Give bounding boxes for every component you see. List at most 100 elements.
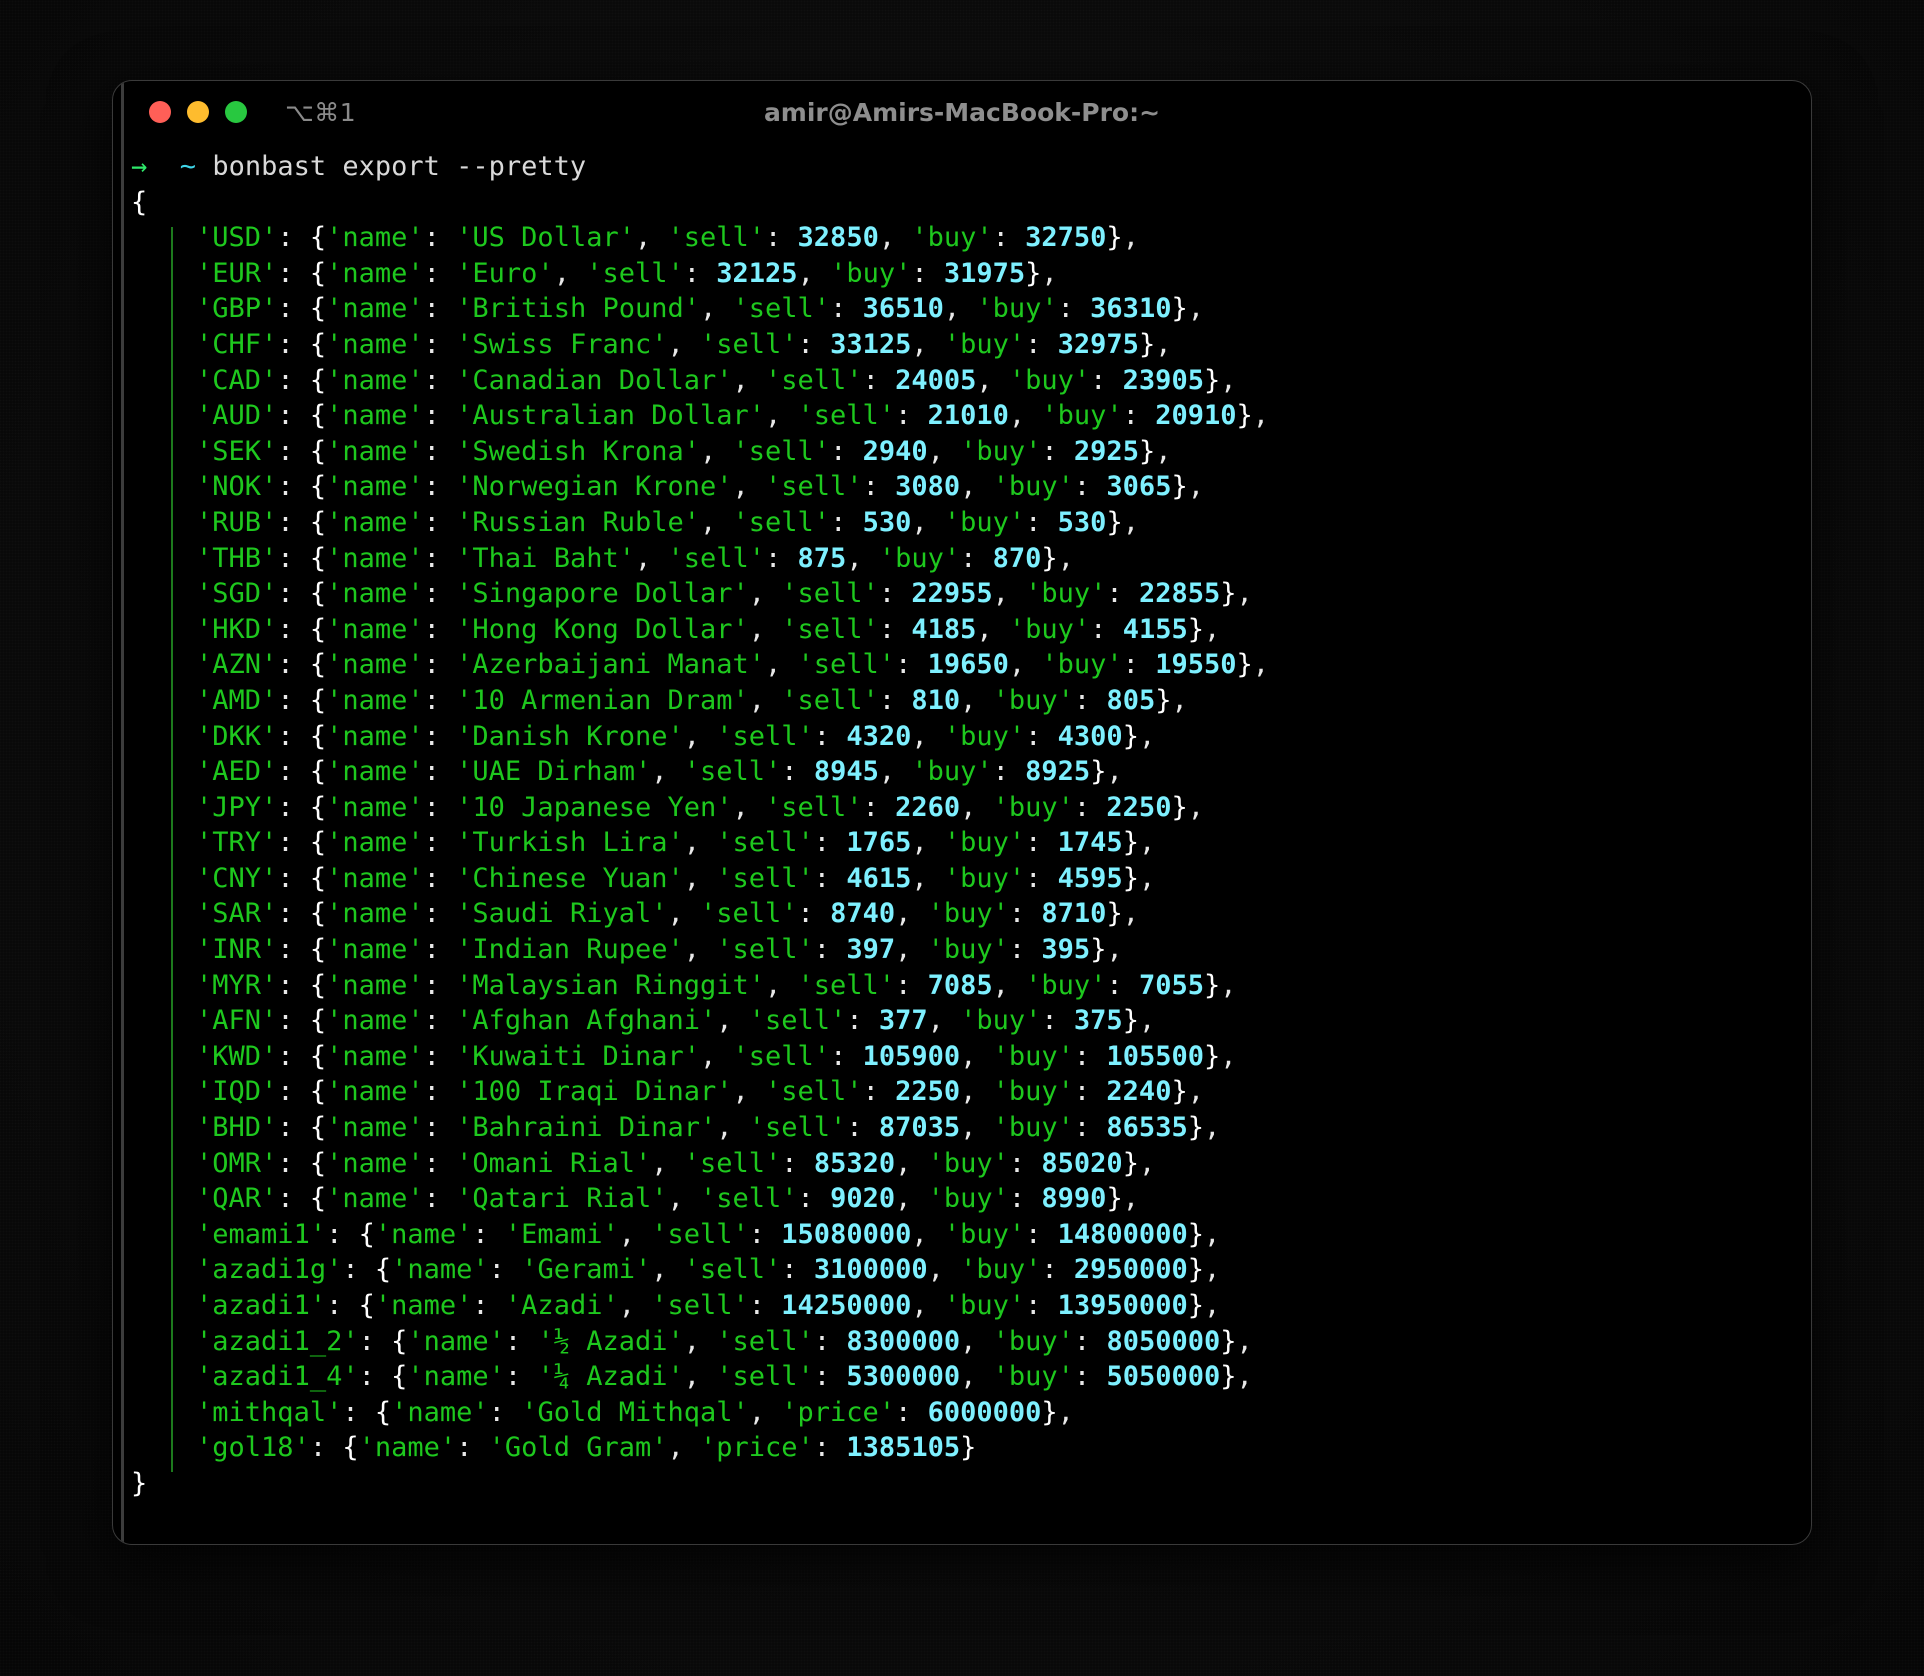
colon: :	[342, 1254, 375, 1286]
comma: ,	[911, 862, 944, 894]
json-entry-row: 'DKK': {'name': 'Danish Krone', 'sell': …	[113, 719, 1811, 755]
entry-buy: 36310	[1090, 293, 1172, 325]
colon: :	[878, 684, 912, 716]
colon: :	[830, 435, 863, 467]
entry-key: 'AFN'	[196, 1005, 278, 1037]
obj-open: {	[309, 1183, 327, 1215]
entry-sell: 530	[862, 506, 912, 538]
comma: ,	[1008, 649, 1042, 681]
prompt-spacer-2	[196, 151, 212, 182]
obj-close: }	[1171, 791, 1188, 823]
json-entry-row: 'AMD': {'name': '10 Armenian Dram', 'sel…	[113, 683, 1811, 719]
buy-key: 'buy'	[927, 898, 1009, 930]
obj-close: }	[1203, 364, 1221, 396]
buy-key: 'buy'	[943, 328, 1026, 360]
comma: ,	[1057, 542, 1074, 574]
entry-key: 'azadi1_4'	[196, 1361, 359, 1393]
colon: :	[277, 542, 310, 574]
obj-open: {	[309, 1147, 327, 1179]
colon: :	[504, 1325, 538, 1357]
obj-close: }	[1187, 1218, 1204, 1250]
entry-key: 'azadi1g'	[196, 1254, 343, 1286]
obj-close: }	[1220, 578, 1237, 610]
colon: :	[277, 613, 310, 645]
obj-close: }	[1106, 1183, 1123, 1215]
colon: :	[878, 578, 912, 610]
name-key: 'name'	[407, 1325, 505, 1357]
comma: ,	[765, 649, 798, 681]
entry-sell: 105900	[862, 1040, 961, 1072]
colon: :	[277, 364, 310, 396]
obj-close: }	[1106, 506, 1123, 538]
colon: :	[748, 1218, 782, 1250]
prompt-line: → ~ bonbast export --pretty	[113, 149, 1811, 185]
entry-sell: 1765	[846, 827, 912, 859]
name-key: 'name'	[391, 1254, 489, 1286]
obj-open: {	[309, 684, 327, 716]
sell-key: 'sell'	[732, 435, 831, 467]
sell-key: 'sell'	[781, 578, 879, 610]
buy-key: 'buy'	[992, 471, 1074, 503]
colon: :	[862, 791, 896, 823]
obj-close: }	[1138, 435, 1156, 467]
colon: :	[277, 791, 310, 823]
json-entry-row: 'AFN': {'name': 'Afghan Afghani', 'sell'…	[113, 1003, 1811, 1039]
entry-key: 'BHD'	[196, 1112, 278, 1144]
colon: :	[830, 506, 863, 538]
sell-key: 'sell'	[651, 1290, 749, 1321]
name-key: 'name'	[326, 1076, 424, 1108]
comma: ,	[1106, 756, 1123, 788]
json-entry-row: 'SEK': {'name': 'Swedish Krona', 'sell':…	[113, 434, 1811, 470]
colon: :	[277, 578, 310, 610]
obj-open: {	[309, 827, 327, 859]
obj-close: }	[1122, 827, 1139, 859]
comma: ,	[1138, 1005, 1156, 1037]
colon: :	[423, 969, 457, 1001]
colon: :	[960, 542, 993, 574]
terminal-body[interactable]: → ~ bonbast export --pretty { 'USD': {'n…	[113, 81, 1811, 1544]
entry-buy: 2250	[1106, 791, 1172, 823]
buy-key: 'buy'	[992, 1112, 1074, 1144]
colon: :	[358, 1325, 392, 1357]
comma: ,	[732, 791, 766, 823]
colon: :	[813, 1432, 847, 1464]
obj-close: }	[1187, 1112, 1204, 1144]
name-key: 'name'	[326, 1005, 424, 1037]
colon: :	[813, 1325, 847, 1357]
colon: :	[1008, 898, 1042, 930]
colon: :	[423, 1112, 457, 1144]
comma: ,	[911, 1218, 944, 1250]
name-key: 'name'	[326, 328, 424, 360]
colon: :	[1025, 862, 1058, 894]
comma: ,	[1138, 1147, 1156, 1179]
colon: :	[683, 257, 717, 289]
comma: ,	[1252, 400, 1269, 432]
entry-name: 'Danish Krone'	[456, 720, 684, 752]
window-titlebar[interactable]: ⌥⌘1 amir@Amirs-MacBook-Pro:~	[113, 81, 1811, 143]
colon: :	[846, 1005, 879, 1037]
open-brace-glyph: {	[131, 186, 148, 218]
name-key: 'name'	[326, 756, 424, 788]
colon: :	[277, 400, 310, 432]
obj-open: {	[309, 613, 327, 645]
entry-sell: 8945	[813, 756, 879, 788]
comma: ,	[1236, 1325, 1253, 1357]
name-key: 'name'	[326, 471, 424, 503]
entry-sell: 4320	[846, 720, 912, 752]
entry-sell: 87035	[878, 1112, 961, 1144]
sell-key: 'sell'	[732, 293, 831, 325]
colon: :	[423, 257, 457, 289]
entry-buy: 19550	[1155, 649, 1237, 681]
comma: ,	[1106, 934, 1123, 966]
entry-key: 'gol18'	[196, 1432, 310, 1464]
minimize-button[interactable]	[187, 101, 209, 123]
entry-buy: 7055	[1138, 969, 1204, 1001]
zoom-button[interactable]	[225, 101, 247, 123]
obj-close: }	[1203, 1040, 1221, 1072]
sell-key: 'sell'	[716, 827, 814, 859]
name-key: 'name'	[326, 720, 424, 752]
colon: :	[423, 1005, 457, 1037]
colon: :	[1106, 969, 1139, 1001]
entry-sell: 377	[878, 1005, 928, 1037]
close-button[interactable]	[149, 101, 171, 123]
